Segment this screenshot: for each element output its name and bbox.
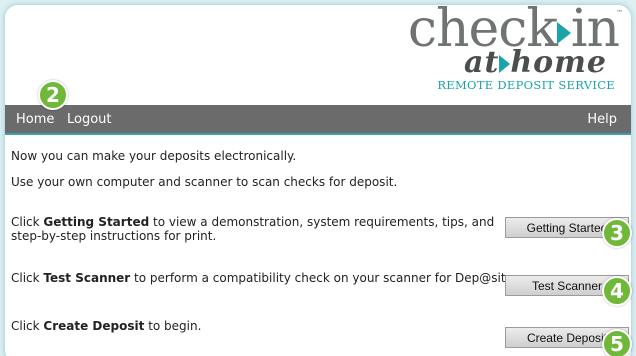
logo-arrow-small-icon: [499, 55, 511, 73]
main-content: Now you can make your deposits electroni…: [5, 137, 631, 356]
nav-home-link[interactable]: Home: [16, 112, 54, 127]
top-nav-bar: Home Logout Help: [5, 105, 631, 135]
step-badge-4: 4: [602, 276, 632, 306]
page-frame: check in ™ at home REMOTE DEPOSIT SERVICE …: [4, 4, 632, 356]
logo-arrow-icon: [556, 21, 571, 44]
nav-logout-link[interactable]: Logout: [67, 112, 112, 127]
checkin-at-home-logo: check in ™ at home REMOTE DEPOSIT SERVICE: [408, 5, 623, 97]
logo-at-home-text: at home: [464, 45, 607, 80]
step-badge-3: 3: [602, 218, 632, 248]
intro-text-2: Use your own computer and scanner to sca…: [11, 175, 398, 189]
intro-text-1: Now you can make your deposits electroni…: [11, 149, 297, 163]
step-badge-5: 5: [602, 329, 632, 356]
logo-trademark: ™: [616, 9, 623, 17]
step-badge-2: 2: [38, 80, 68, 110]
test-scanner-instruction: Click Test Scanner to perform a compatib…: [11, 271, 510, 285]
nav-help-link[interactable]: Help: [587, 112, 617, 127]
create-deposit-instruction: Click Create Deposit to begin.: [11, 319, 202, 333]
getting-started-instruction: Click Getting Started to view a demonstr…: [11, 215, 495, 243]
logo-subtitle: REMOTE DEPOSIT SERVICE: [437, 78, 615, 92]
